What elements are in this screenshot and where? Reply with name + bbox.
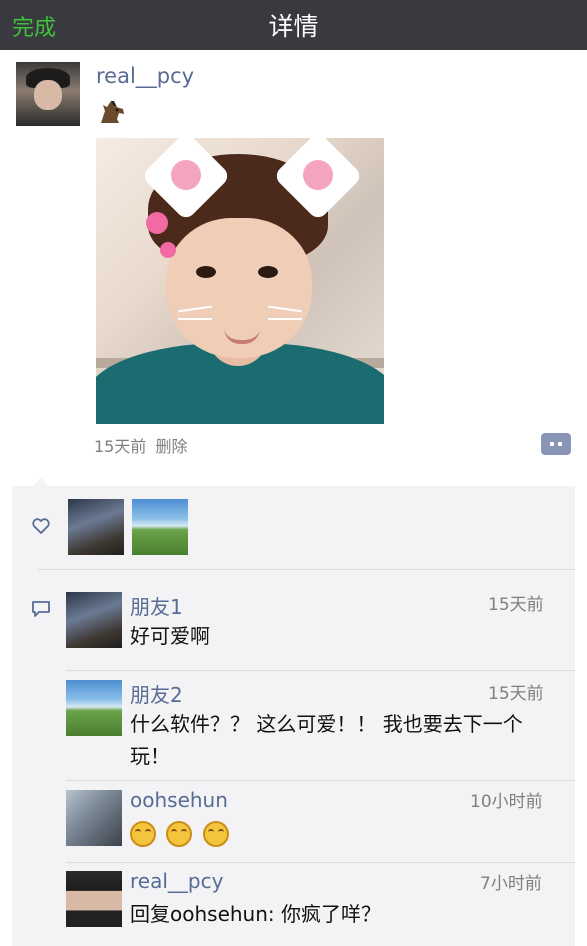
comment-action-button[interactable] [541, 433, 571, 455]
comment-time: 10小时前 [470, 792, 543, 812]
comment-text: 什么软件？？ 这么可爱！！ 我也要去下一个玩！ [130, 712, 523, 768]
author-name[interactable]: real__pcy [96, 64, 194, 88]
post-meta: 15天前 删除 [94, 433, 187, 457]
commenter-avatar[interactable] [66, 680, 122, 736]
post-timestamp: 15天前 [94, 437, 147, 456]
nav-bar: 完成 详情 [0, 0, 587, 50]
commenter-avatar[interactable] [66, 790, 122, 846]
commenter-name[interactable]: 朋友2 [130, 679, 183, 708]
post-photo[interactable] [96, 138, 384, 424]
dizzy-face-emoji-icon [166, 820, 193, 847]
commenter-name[interactable]: 朋友1 [130, 591, 183, 620]
commenter-name[interactable]: real__pcy [130, 869, 223, 893]
comment-text: 回复oohsehun: 你疯了咩？ [130, 902, 381, 926]
comment-time: 15天前 [488, 595, 544, 615]
dizzy-face-emoji-icon [130, 820, 156, 847]
liker-avatar-1[interactable] [68, 499, 124, 555]
dizzy-face-emoji-icon [202, 820, 229, 847]
liker-avatar-2[interactable] [132, 499, 188, 555]
comment-emojis [130, 816, 555, 848]
page-title: 详情 [268, 12, 319, 41]
delete-link[interactable]: 删除 [155, 437, 187, 456]
horse-emoji-icon [101, 101, 124, 123]
commenter-name[interactable]: oohsehun [130, 788, 228, 812]
author-avatar[interactable] [16, 62, 80, 126]
comment-time: 7小时前 [480, 874, 542, 894]
heart-outline-icon [32, 518, 50, 534]
commenter-avatar[interactable] [66, 871, 122, 927]
comment-bubble-icon [32, 601, 50, 617]
comment-time: 15天前 [488, 684, 544, 704]
heart-sticker-icon [146, 212, 168, 234]
comment-text: 好可爱啊 [130, 624, 210, 648]
commenter-avatar[interactable] [66, 592, 122, 648]
